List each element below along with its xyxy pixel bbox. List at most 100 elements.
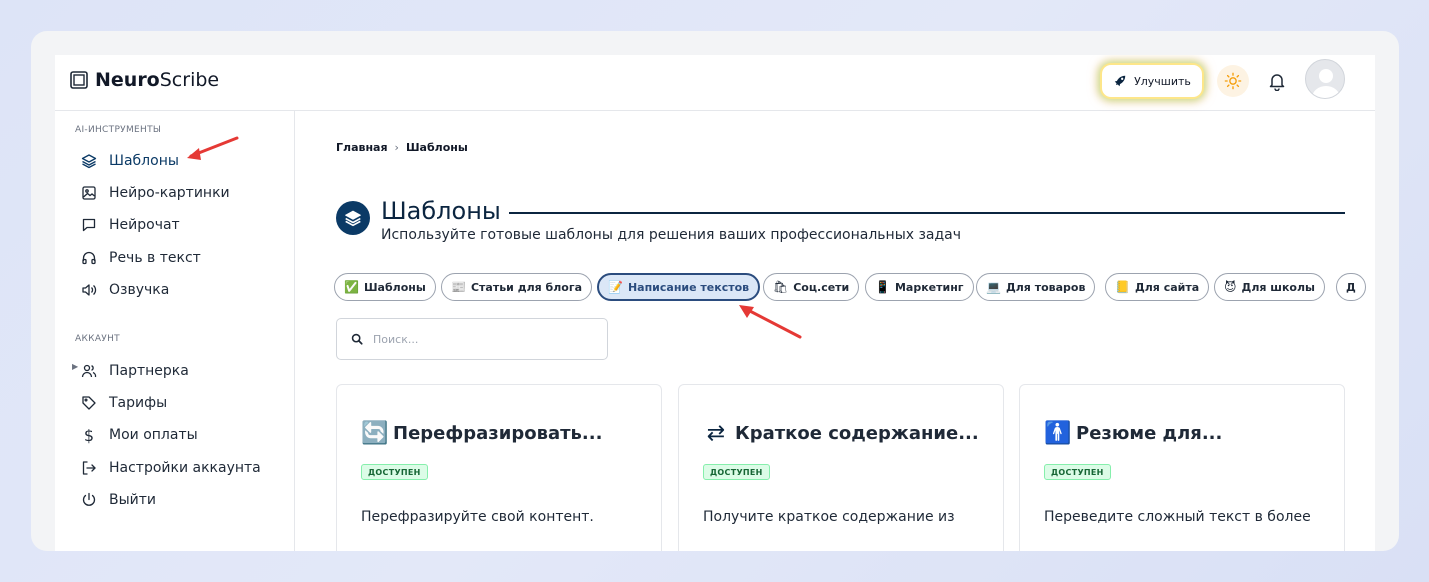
sidebar-item-account-settings[interactable]: Настройки аккаунта [81, 456, 261, 480]
chip-label: Шаблоны [363, 280, 426, 294]
screenshot-frame: NeuroScribe Улучшить AI-ИНСТРУМЕНТЫ Шабл… [31, 31, 1399, 551]
search-input[interactable] [373, 332, 593, 346]
sidebar-item-label: Нейро-картинки [109, 185, 230, 201]
card-header: 🔄 Перефразировать... [361, 421, 602, 446]
section-title-account: АККАУНТ [75, 334, 120, 344]
chip-label: Для сайта [1134, 280, 1200, 294]
tag-icon [81, 395, 97, 411]
users-icon [81, 363, 97, 379]
chip-school[interactable]: 😈 Для школы [1214, 273, 1325, 301]
chip-label: Для товаров [1005, 280, 1086, 294]
search-box[interactable] [336, 318, 608, 360]
sidebar-item-label: Настройки аккаунта [109, 460, 261, 476]
card-description: Перефразируйте свой контент. [361, 509, 594, 525]
breadcrumb-home[interactable]: Главная [336, 141, 388, 154]
status-badge: ДОСТУПЕН [1044, 464, 1111, 480]
dollar-icon: $ [83, 425, 95, 445]
notebook-icon: 📒 [1115, 280, 1130, 294]
sidebar-item-my-payments[interactable]: $ Мои оплаты [81, 423, 198, 447]
chip-social[interactable]: 🛍 Соц.сети [763, 273, 860, 301]
imp-icon: 😈 [1224, 280, 1237, 294]
rocket-icon [1114, 75, 1126, 87]
person-icon: 🚹 [1044, 421, 1072, 446]
app-window: NeuroScribe Улучшить AI-ИНСТРУМЕНТЫ Шабл… [55, 55, 1375, 551]
upgrade-button[interactable]: Улучшить [1102, 65, 1202, 97]
sidebar-item-label: Нейрочат [109, 217, 180, 233]
phone-icon: 📱 [875, 280, 890, 294]
chevron-right-icon: › [394, 141, 399, 154]
page-subtitle: Используйте готовые шаблоны для решения … [381, 227, 962, 243]
sidebar: AI-ИНСТРУМЕНТЫ [55, 111, 295, 551]
top-header: NeuroScribe Улучшить [55, 55, 1375, 111]
image-icon [81, 185, 97, 201]
logo-icon [70, 71, 88, 89]
sidebar-item-templates[interactable]: Шаблоны [81, 149, 179, 173]
caret-right-icon[interactable]: ▶ [72, 362, 78, 371]
sun-icon [1224, 72, 1242, 90]
sidebar-item-neurochat[interactable]: Нейрочат [81, 213, 180, 237]
sidebar-item-neuro-images[interactable]: Нейро-картинки [81, 181, 230, 205]
chip-label: Для школы [1241, 280, 1315, 294]
title-divider [509, 212, 1345, 214]
upgrade-label: Улучшить [1134, 74, 1191, 88]
chip-more[interactable]: Д [1336, 273, 1366, 301]
chip-templates[interactable]: ✅ Шаблоны [334, 273, 436, 301]
template-card-resume[interactable]: 🚹 Резюме для... ДОСТУПЕН Переведите слож… [1019, 384, 1345, 551]
chat-icon [81, 217, 97, 233]
user-avatar-icon [1312, 69, 1340, 98]
card-title: Резюме для... [1076, 423, 1223, 444]
sidebar-item-logout[interactable]: Выйти [81, 488, 156, 512]
notifications-button[interactable] [1265, 69, 1289, 93]
sidebar-item-label: Выйти [109, 492, 157, 508]
chip-label: Статьи для блога [470, 280, 582, 294]
breadcrumb: Главная › Шаблоны [336, 141, 468, 154]
card-title: Краткое содержание... [735, 423, 979, 444]
sidebar-item-label: Тарифы [109, 395, 168, 411]
sidebar-item-tariffs[interactable]: Тарифы [81, 391, 167, 415]
bell-icon [1269, 74, 1285, 91]
sidebar-item-voiceover[interactable]: Озвучка [81, 278, 169, 302]
chip-label: Соц.сети [793, 280, 850, 294]
template-card-summary[interactable]: ⇄ Краткое содержание... ДОСТУПЕН Получит… [678, 384, 1004, 551]
page-title: Шаблоны [381, 197, 501, 225]
newspaper-icon: 📰 [451, 280, 466, 294]
sidebar-item-partners[interactable]: Партнерка [81, 359, 189, 383]
memo-icon: 📝 [608, 280, 623, 294]
speaker-icon [81, 282, 97, 298]
card-title: Перефразировать... [393, 423, 603, 444]
chip-label: Написание текстов [627, 280, 750, 294]
search-icon [351, 333, 363, 345]
chip-blog-articles[interactable]: 📰 Статьи для блога [441, 273, 592, 301]
logo[interactable]: NeuroScribe [69, 69, 219, 91]
logo-text: NeuroScribe [95, 69, 220, 91]
chip-website[interactable]: 📒 Для сайта [1105, 273, 1210, 301]
login-icon [81, 460, 97, 476]
chip-marketing[interactable]: 📱 Маркетинг [865, 273, 974, 301]
chip-label: Д [1346, 280, 1356, 294]
avatar[interactable] [1305, 59, 1345, 99]
layers-icon [81, 153, 97, 169]
sidebar-item-speech-to-text[interactable]: Речь в текст [81, 246, 201, 270]
theme-toggle[interactable] [1217, 65, 1249, 97]
shopping-bags-icon: 🛍 [773, 280, 789, 294]
card-header: 🚹 Резюме для... [1044, 421, 1222, 446]
chip-label: Маркетинг [894, 280, 964, 294]
refresh-icon: 🔄 [361, 421, 389, 446]
checkbox-icon: ✅ [344, 280, 359, 294]
status-badge: ДОСТУПЕН [703, 464, 770, 480]
chip-products[interactable]: 💻 Для товаров [976, 273, 1096, 301]
sidebar-item-label: Партнерка [109, 363, 189, 379]
template-card-paraphrase[interactable]: 🔄 Перефразировать... ДОСТУПЕН Перефразир… [336, 384, 662, 551]
laptop-icon: 💻 [986, 280, 1001, 294]
sidebar-item-label: Мои оплаты [109, 427, 198, 443]
power-icon [81, 492, 97, 508]
category-chips: ✅ Шаблоны 📰 Статьи для блога 📝 Написание… [334, 273, 1375, 303]
sidebar-item-label: Шаблоны [109, 153, 179, 169]
title-layers-icon [336, 201, 370, 235]
section-title-ai-tools: AI-ИНСТРУМЕНТЫ [75, 125, 162, 135]
card-header: ⇄ Краткое содержание... [703, 421, 979, 446]
breadcrumb-current: Шаблоны [405, 141, 468, 154]
chip-text-writing[interactable]: 📝 Написание текстов [597, 273, 761, 301]
sidebar-item-label: Речь в текст [109, 250, 201, 266]
status-badge: ДОСТУПЕН [361, 464, 428, 480]
